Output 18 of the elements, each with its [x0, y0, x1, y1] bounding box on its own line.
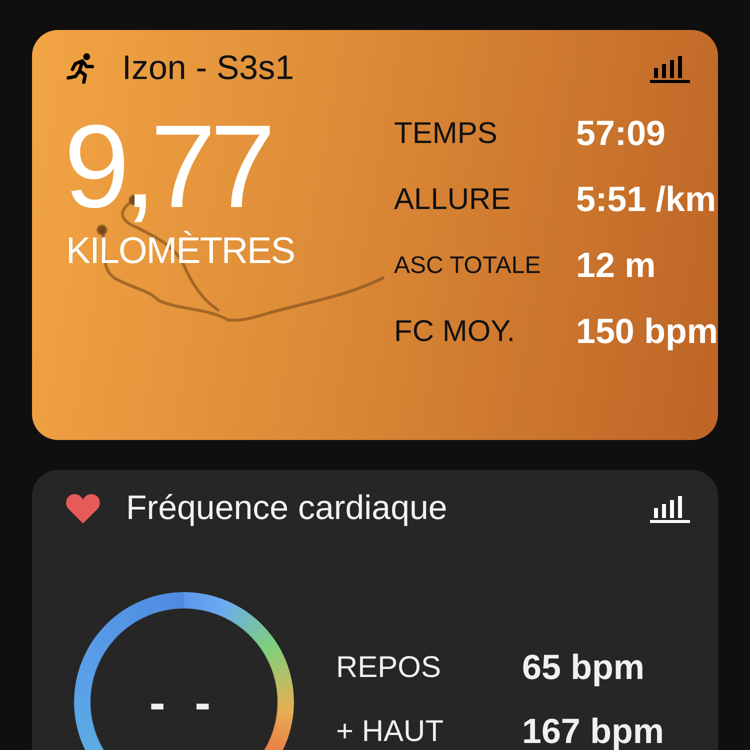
activity-title: Izon - S3s1 — [122, 48, 294, 88]
stat-label: ALLURE — [394, 182, 512, 218]
heart-icon — [64, 491, 102, 525]
stat-label: ASC TOTALE — [394, 251, 542, 281]
stat-label: FC MOY. — [394, 314, 516, 350]
distance-unit: KILOMÈTRES — [66, 230, 296, 272]
stat-value: 5:51 /km — [576, 180, 718, 220]
heart-rate-title: Fréquence cardiaque — [126, 488, 448, 528]
distance-value: 9,77 — [64, 108, 270, 226]
gauge-value: - - — [148, 676, 220, 731]
stat-label: + HAUT — [336, 714, 445, 750]
stat-value: 65 bpm — [522, 648, 646, 688]
stat-value: 12 m — [576, 246, 657, 286]
activity-card[interactable]: Izon - S3s1 9,77 KILOMÈTRES TEMPS 57:09 ALLURE 5:51 /km ASC TOTALE 12 m FC MOY. 150 bpm — [32, 30, 718, 440]
stat-label: TEMPS — [394, 116, 498, 152]
stat-value: 150 bpm — [576, 312, 718, 352]
stat-label: REPOS — [336, 650, 442, 686]
stat-value: 57:09 — [576, 114, 667, 154]
